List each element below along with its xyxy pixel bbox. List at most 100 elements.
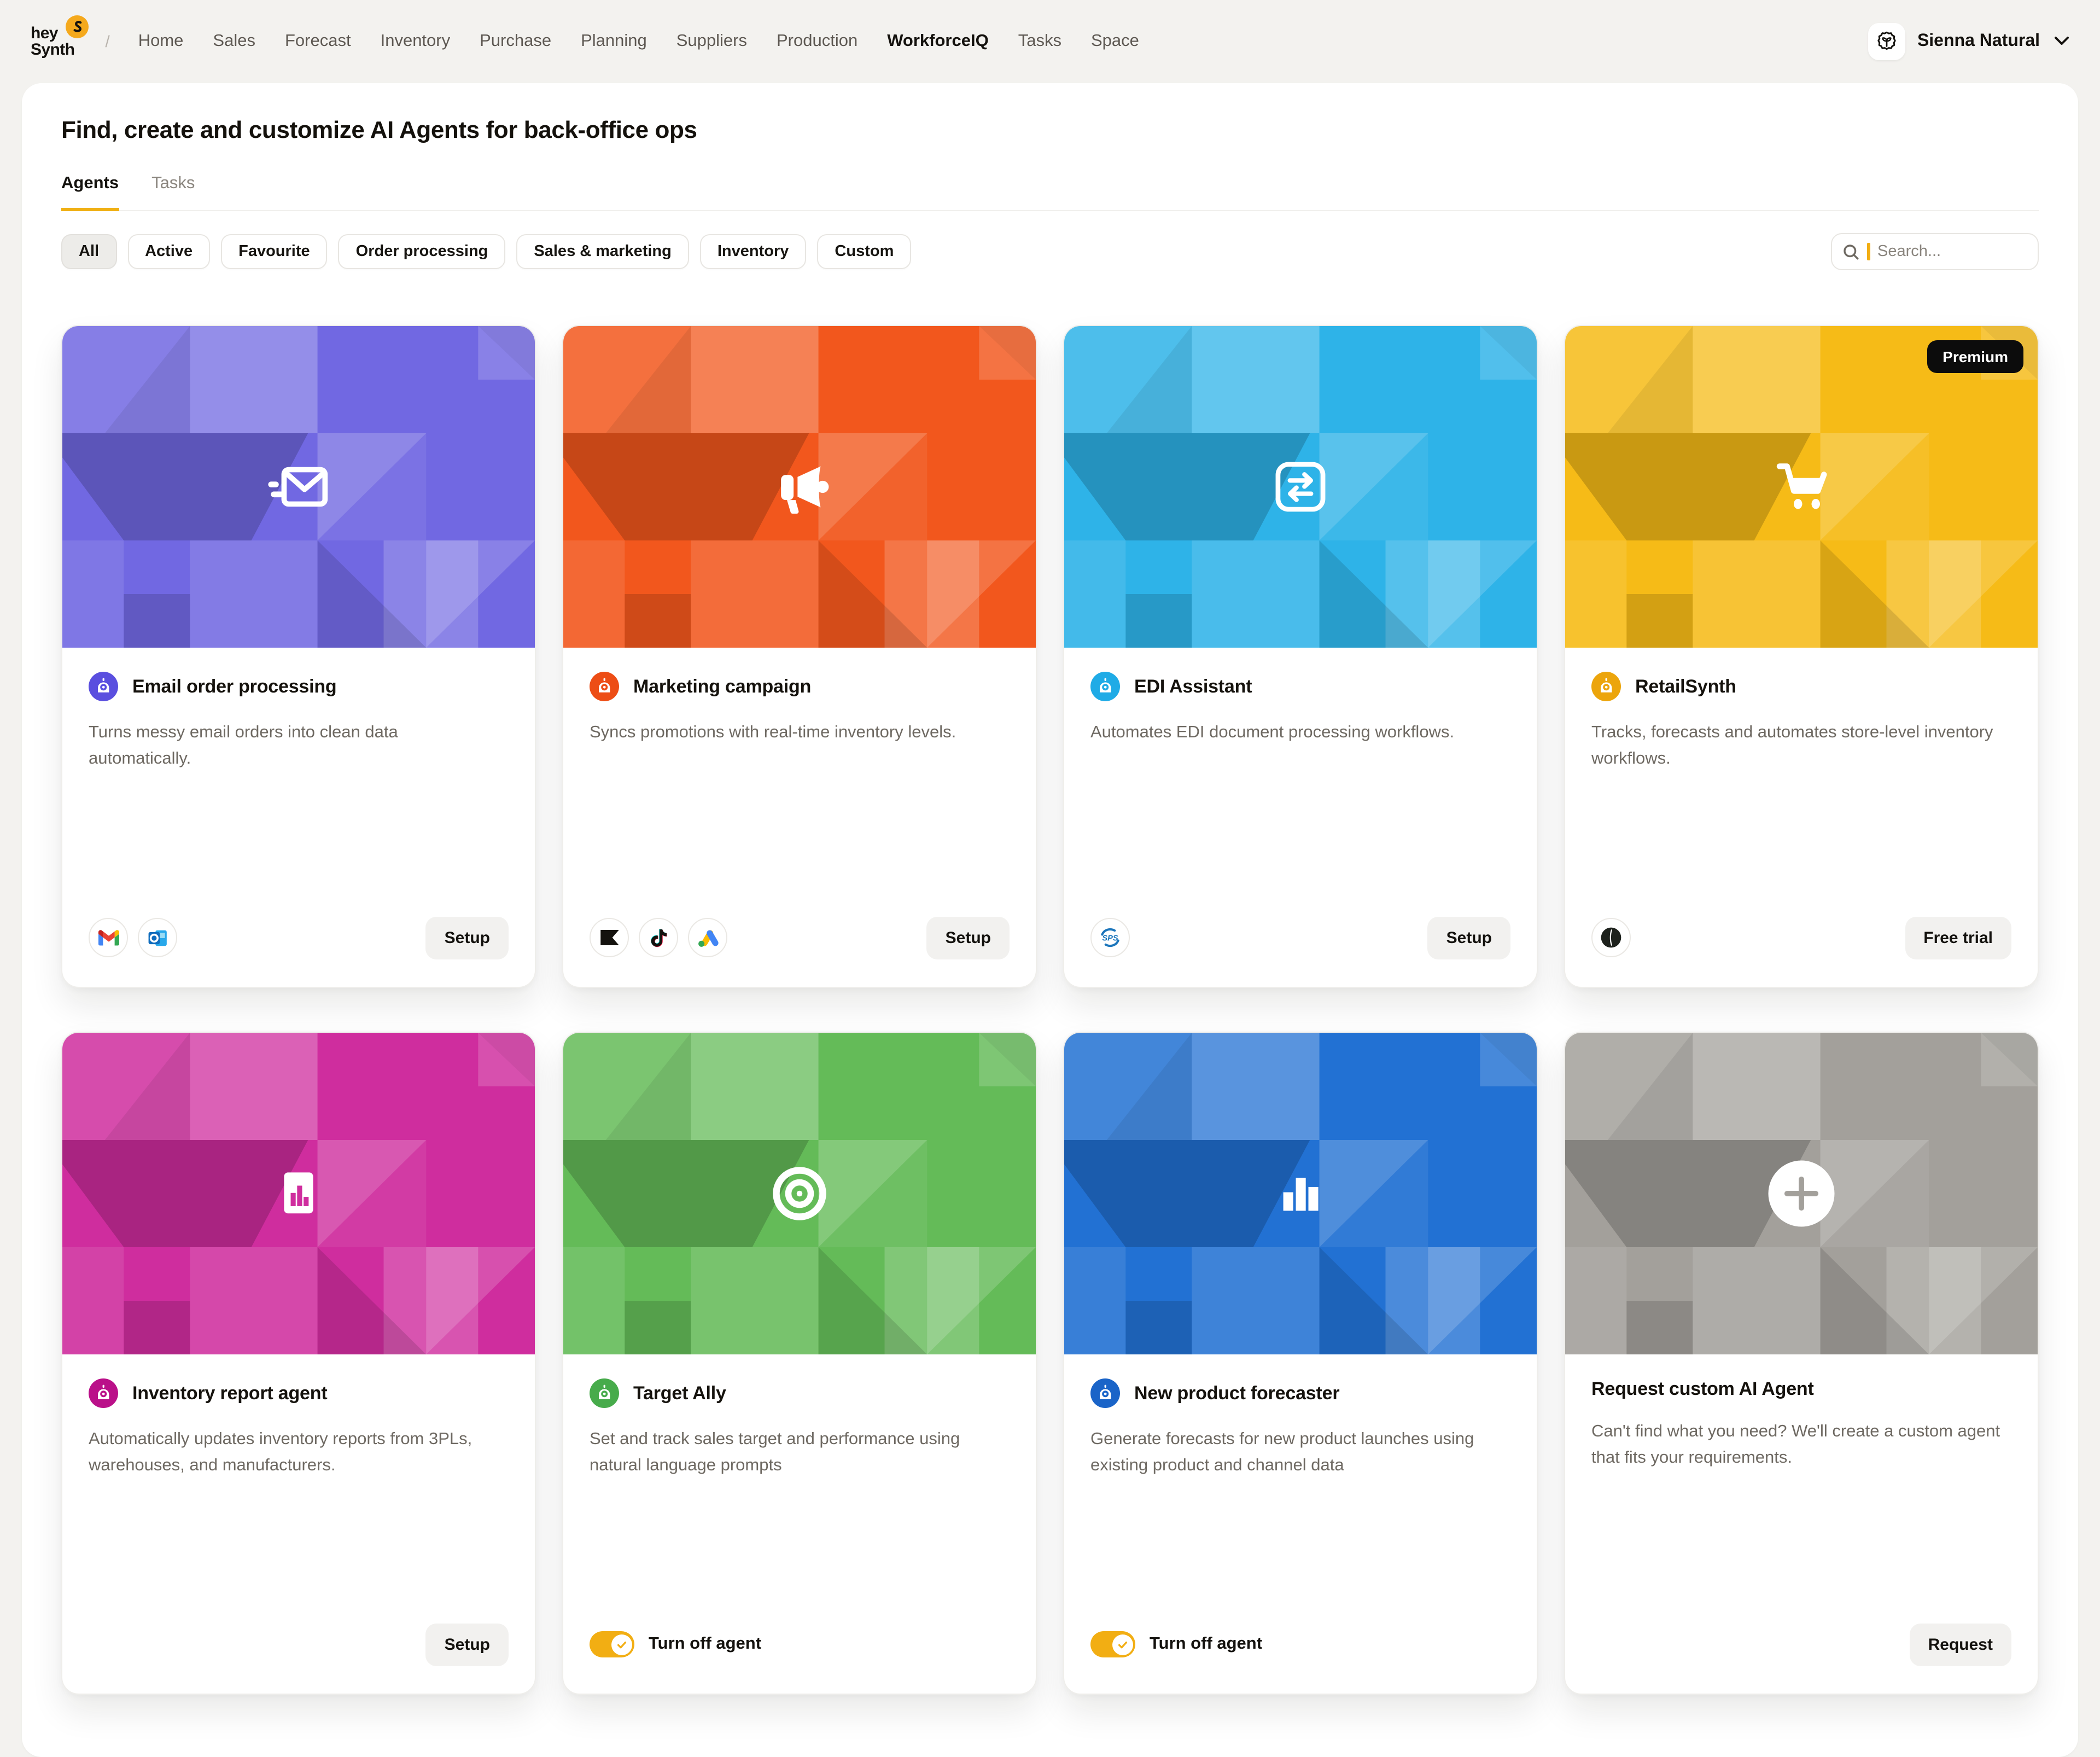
- card-footer: Request: [1591, 1619, 2011, 1669]
- filter-chips: All Active Favourite Order processing Sales …: [61, 234, 911, 269]
- agent-card-new-product-forecaster[interactable]: New product forecaster Generate forecast…: [1063, 1032, 1538, 1695]
- nav-item-purchase[interactable]: Purchase: [480, 32, 551, 51]
- search-icon: [1843, 243, 1859, 260]
- card-footer: Setup: [590, 912, 1010, 963]
- card-footer: SPS Setup: [1090, 912, 1510, 963]
- agent-toggle[interactable]: Turn off agent: [1090, 1631, 1262, 1657]
- agent-robot-icon: [1090, 1378, 1120, 1408]
- card-title: RetailSynth: [1635, 676, 1736, 697]
- card-title-row: RetailSynth: [1591, 672, 2011, 701]
- card-body: Inventory report agent Automatically upd…: [62, 1354, 535, 1694]
- filter-chip-custom[interactable]: Custom: [817, 234, 911, 269]
- agent-robot-icon: [89, 1378, 118, 1408]
- account-menu[interactable]: Sienna Natural: [1868, 23, 2069, 60]
- search-box[interactable]: [1831, 233, 2039, 270]
- integration-dark-partner-badge: [1591, 918, 1631, 957]
- card-body: EDI Assistant Automates EDI document pro…: [1064, 648, 1537, 987]
- setup-button[interactable]: Setup: [1428, 916, 1510, 959]
- card-title-row: Marketing campaign: [590, 672, 1010, 701]
- request-button[interactable]: Request: [1910, 1623, 2011, 1666]
- klaviyo-icon: [600, 930, 619, 945]
- filter-chip-active[interactable]: Active: [127, 234, 210, 269]
- card-body: New product forecaster Generate forecast…: [1064, 1354, 1537, 1694]
- free-trial-button[interactable]: Free trial: [1905, 916, 2011, 959]
- heysynth-logo[interactable]: hey Synth: [31, 25, 74, 58]
- logo-swirl-icon: [66, 15, 89, 38]
- nav-item-tasks[interactable]: Tasks: [1018, 32, 1061, 51]
- text-cursor: [1867, 243, 1870, 260]
- nav-item-production[interactable]: Production: [777, 32, 858, 51]
- toggle-label: Turn off agent: [649, 1634, 761, 1654]
- filter-chip-favourite[interactable]: Favourite: [221, 234, 328, 269]
- nav-items: Home Sales Forecast Inventory Purchase Planni…: [138, 32, 1139, 51]
- card-description: Generate forecasts for new product launc…: [1090, 1427, 1510, 1478]
- integration-gmail-badge: [89, 918, 128, 957]
- target-icon: [563, 1033, 1036, 1354]
- card-banner: [563, 326, 1036, 648]
- card-footer: Free trial: [1591, 912, 2011, 963]
- card-description: Turns messy email orders into clean data…: [89, 720, 509, 771]
- card-banner: [1064, 326, 1537, 648]
- toggle-on-switch[interactable]: [1090, 1631, 1135, 1657]
- nav-item-inventory[interactable]: Inventory: [381, 32, 451, 51]
- agent-card-edi-assistant[interactable]: EDI Assistant Automates EDI document pro…: [1063, 325, 1538, 988]
- tab-tasks[interactable]: Tasks: [151, 174, 195, 211]
- filter-chip-all[interactable]: All: [61, 234, 116, 269]
- card-banner: Premium: [1565, 326, 2038, 648]
- card-title-row: Inventory report agent: [89, 1378, 509, 1408]
- agent-card-email-order-processing[interactable]: Email order processing Turns messy email…: [61, 325, 536, 988]
- outlook-icon: [147, 927, 168, 948]
- nav-item-suppliers[interactable]: Suppliers: [676, 32, 747, 51]
- agent-robot-icon: [590, 672, 619, 701]
- card-title: Inventory report agent: [132, 1382, 327, 1404]
- agent-robot-icon: [1090, 672, 1120, 701]
- tab-agents[interactable]: Agents: [61, 174, 119, 211]
- agent-toggle[interactable]: Turn off agent: [590, 1631, 761, 1657]
- nav-item-forecast[interactable]: Forecast: [285, 32, 351, 51]
- agent-card-request-custom-ai-agent[interactable]: Request custom AI Agent Can't find what …: [1564, 1032, 2039, 1695]
- setup-button[interactable]: Setup: [927, 916, 1010, 959]
- nav-item-planning[interactable]: Planning: [581, 32, 647, 51]
- nav-item-sales[interactable]: Sales: [213, 32, 255, 51]
- google-ads-icon: [697, 928, 718, 947]
- card-title-row: EDI Assistant: [1090, 672, 1510, 701]
- tiktok-icon: [649, 927, 668, 948]
- agent-card-inventory-report-agent[interactable]: Inventory report agent Automatically upd…: [61, 1032, 536, 1695]
- integration-icons: [1591, 918, 1631, 957]
- nav-item-home[interactable]: Home: [138, 32, 184, 51]
- card-footer: Turn off agent: [590, 1619, 1010, 1669]
- filter-chip-order-processing[interactable]: Order processing: [339, 234, 506, 269]
- nav-item-workforceiq[interactable]: WorkforceIQ: [887, 32, 989, 51]
- toggle-on-switch[interactable]: [590, 1631, 634, 1657]
- megaphone-icon: [563, 326, 1036, 648]
- card-description: Automates EDI document processing workfl…: [1090, 720, 1510, 746]
- account-name: Sienna Natural: [1917, 32, 2040, 51]
- bar-chart-icon: [1064, 1033, 1537, 1354]
- setup-button[interactable]: Setup: [426, 1623, 509, 1666]
- card-footer: Setup: [89, 912, 509, 963]
- top-navigation: hey Synth / Home Sales Forecast Inventory Pu…: [0, 0, 2100, 83]
- card-title-row: Request custom AI Agent: [1591, 1378, 2011, 1400]
- nav-item-space[interactable]: Space: [1091, 32, 1139, 51]
- card-banner: [563, 1033, 1036, 1354]
- card-title-row: New product forecaster: [1090, 1378, 1510, 1408]
- card-banner: [62, 326, 535, 648]
- agent-card-target-ally[interactable]: Target Ally Set and track sales target a…: [562, 1032, 1037, 1695]
- card-title: Email order processing: [132, 676, 337, 697]
- transfer-arrows-icon: [1064, 326, 1537, 648]
- card-body: Marketing campaign Syncs promotions with…: [563, 648, 1036, 987]
- logo-text-line2: Synth: [31, 42, 74, 58]
- filter-chip-sales-marketing[interactable]: Sales & marketing: [516, 234, 689, 269]
- card-description: Set and track sales target and performan…: [590, 1427, 1010, 1478]
- integration-icons: [590, 918, 727, 957]
- setup-button[interactable]: Setup: [426, 916, 509, 959]
- card-description: Tracks, forecasts and automates store-le…: [1591, 720, 2011, 771]
- toggle-knob: [611, 1634, 632, 1655]
- agent-card-marketing-campaign[interactable]: Marketing campaign Syncs promotions with…: [562, 325, 1037, 988]
- agent-card-retailsynth[interactable]: Premium RetailSynth Tracks, forecasts an…: [1564, 325, 2039, 988]
- filter-chip-inventory[interactable]: Inventory: [700, 234, 807, 269]
- card-title: New product forecaster: [1134, 1382, 1339, 1404]
- breadcrumb-separator: /: [105, 32, 109, 51]
- search-input[interactable]: [1877, 243, 2027, 260]
- card-banner: [1064, 1033, 1537, 1354]
